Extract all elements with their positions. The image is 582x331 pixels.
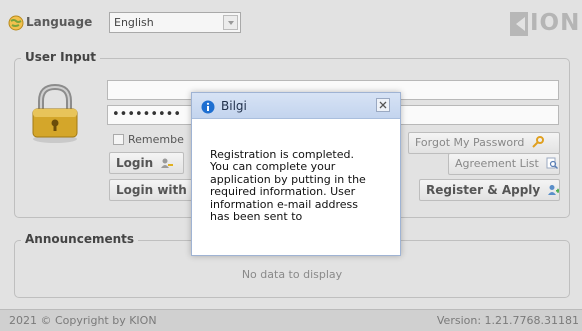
- dialog-message: Registration is completed. You can compl…: [210, 148, 366, 224]
- close-icon[interactable]: [376, 98, 390, 112]
- info-dialog: Bilgi Registration is completed. You can…: [191, 92, 401, 256]
- dialog-title: Bilgi: [221, 99, 247, 113]
- info-icon: [201, 100, 215, 114]
- modal-overlay: Bilgi Registration is completed. You can…: [0, 0, 582, 331]
- dialog-header[interactable]: Bilgi: [192, 93, 400, 119]
